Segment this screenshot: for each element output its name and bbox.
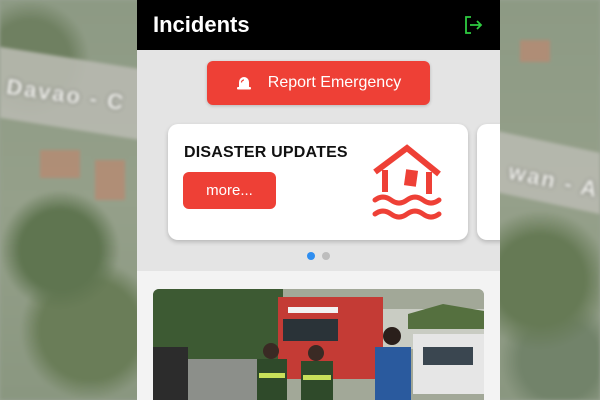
card-title: DISASTER UPDATES xyxy=(184,144,348,161)
top-bar: Incidents xyxy=(137,0,500,50)
report-emergency-label: Report Emergency xyxy=(267,74,402,91)
report-emergency-button[interactable]: Report Emergency xyxy=(207,61,430,105)
page-title: Incidents xyxy=(153,12,250,37)
app-screen: Incidents Report Emergency DISASTER UPDA… xyxy=(137,0,500,400)
next-card-peek[interactable] xyxy=(477,124,500,240)
map-roof xyxy=(520,40,550,62)
logout-icon xyxy=(465,16,483,34)
more-button[interactable]: more... xyxy=(183,172,276,209)
alarm-bell-icon xyxy=(236,77,251,90)
carousel-pagination xyxy=(137,252,500,260)
map-roof xyxy=(40,150,80,178)
incident-feed xyxy=(137,271,500,400)
pagination-dot-active[interactable] xyxy=(307,252,315,260)
flooded-house-icon xyxy=(372,144,442,220)
logout-button[interactable] xyxy=(462,14,484,36)
incident-photo[interactable] xyxy=(153,289,484,400)
disaster-updates-card: DISASTER UPDATES more... xyxy=(168,124,468,240)
pagination-dot[interactable] xyxy=(322,252,330,260)
map-roof xyxy=(95,160,125,200)
updates-carousel[interactable]: DISASTER UPDATES more... xyxy=(137,124,500,242)
incident-photo-image xyxy=(153,289,484,400)
